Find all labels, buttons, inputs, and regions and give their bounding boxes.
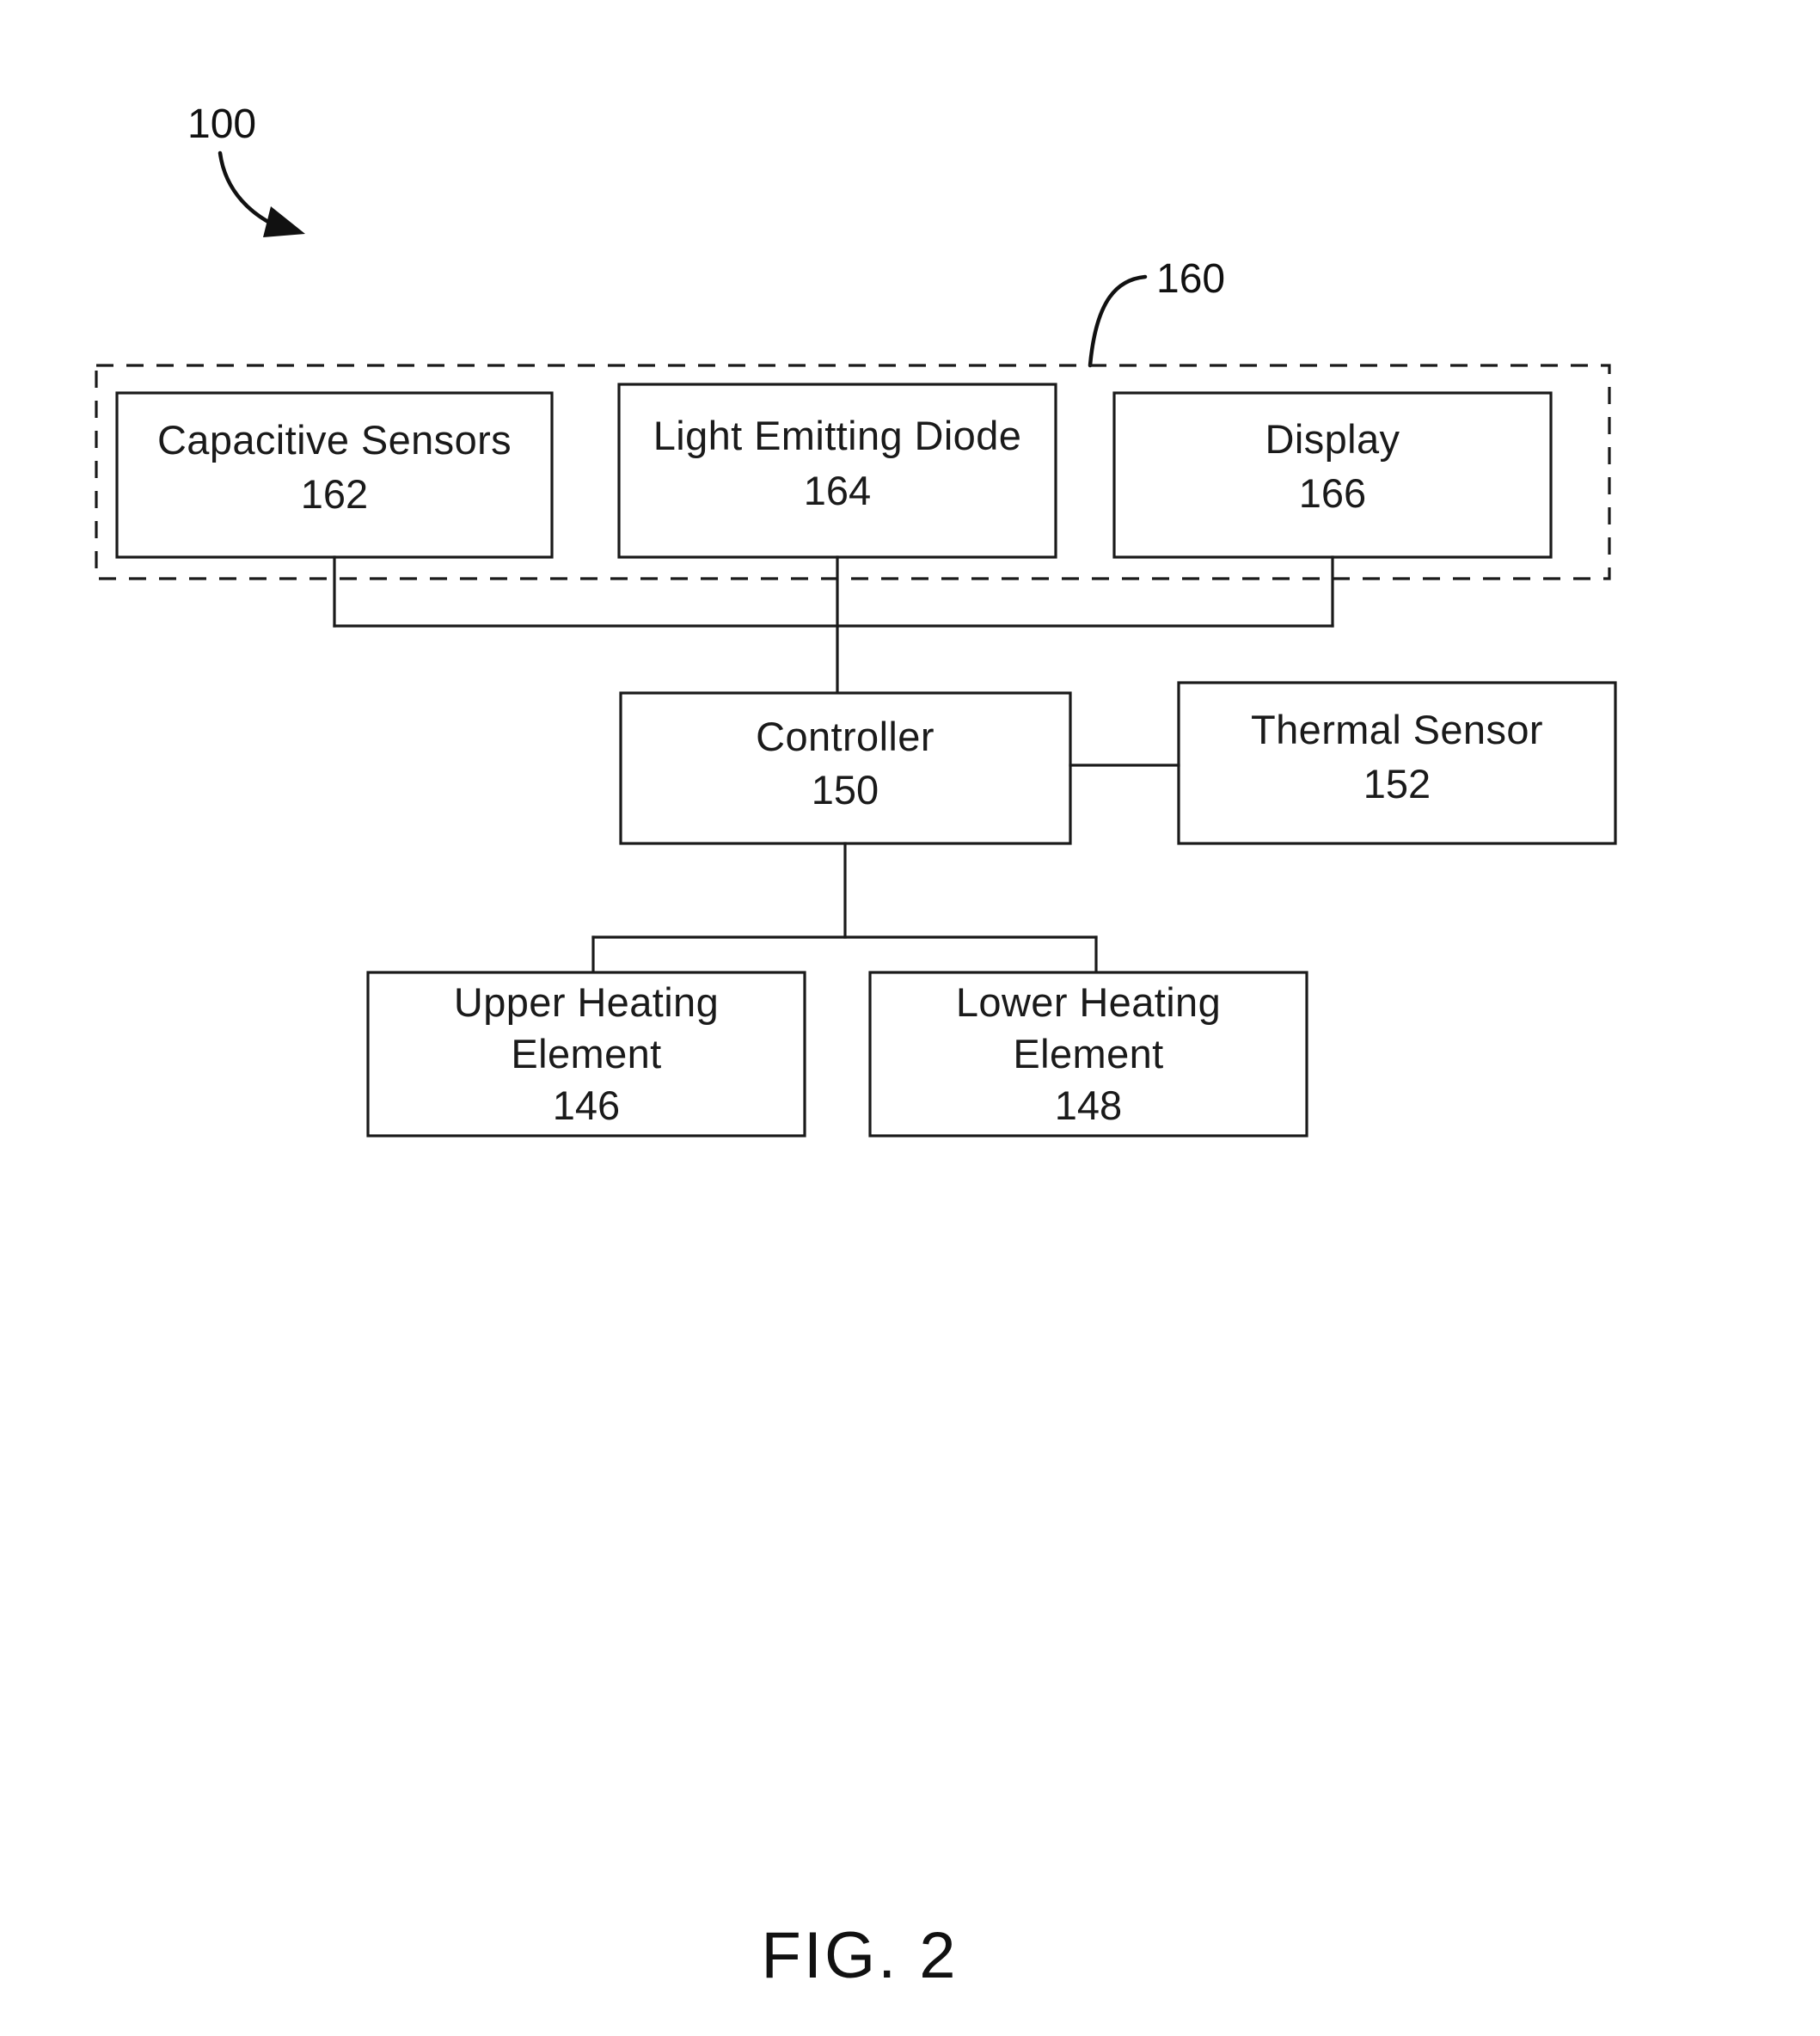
thermal-sensor-ref: 152 <box>1363 761 1431 806</box>
lower-heating-element-ref: 148 <box>1055 1082 1122 1128</box>
thermal-sensor-label: Thermal Sensor <box>1251 707 1543 752</box>
capacitive-sensors-label: Capacitive Sensors <box>157 417 512 463</box>
lower-heating-element-label-line1: Lower Heating <box>956 979 1221 1025</box>
light-emitting-diode-label: Light Emitting Diode <box>653 413 1022 458</box>
group-reference-leader <box>1088 274 1148 368</box>
lower-heating-element-label-line2: Element <box>1013 1031 1163 1076</box>
controller-label: Controller <box>756 714 935 759</box>
capacitive-sensors-ref: 162 <box>301 471 368 517</box>
light-emitting-diode-ref: 164 <box>804 468 871 513</box>
patent-figure-page: 100 160 Capacitive Sensors 162 Light Emi… <box>0 0 1820 2036</box>
upper-heating-element-ref: 146 <box>553 1082 620 1128</box>
group-reference-label: 160 <box>1156 256 1225 302</box>
display-label: Display <box>1265 416 1400 462</box>
figure-caption: FIG. 2 <box>761 1919 958 1992</box>
system-reference-label: 100 <box>187 101 256 147</box>
controller-ref: 150 <box>812 767 879 813</box>
upper-heating-element-label-line2: Element <box>511 1031 661 1076</box>
block-diagram: 100 160 Capacitive Sensors 162 Light Emi… <box>95 101 1617 1992</box>
system-reference-arrowhead <box>263 206 305 237</box>
upper-heating-element-label-line1: Upper Heating <box>454 979 719 1025</box>
display-ref: 166 <box>1299 470 1366 516</box>
